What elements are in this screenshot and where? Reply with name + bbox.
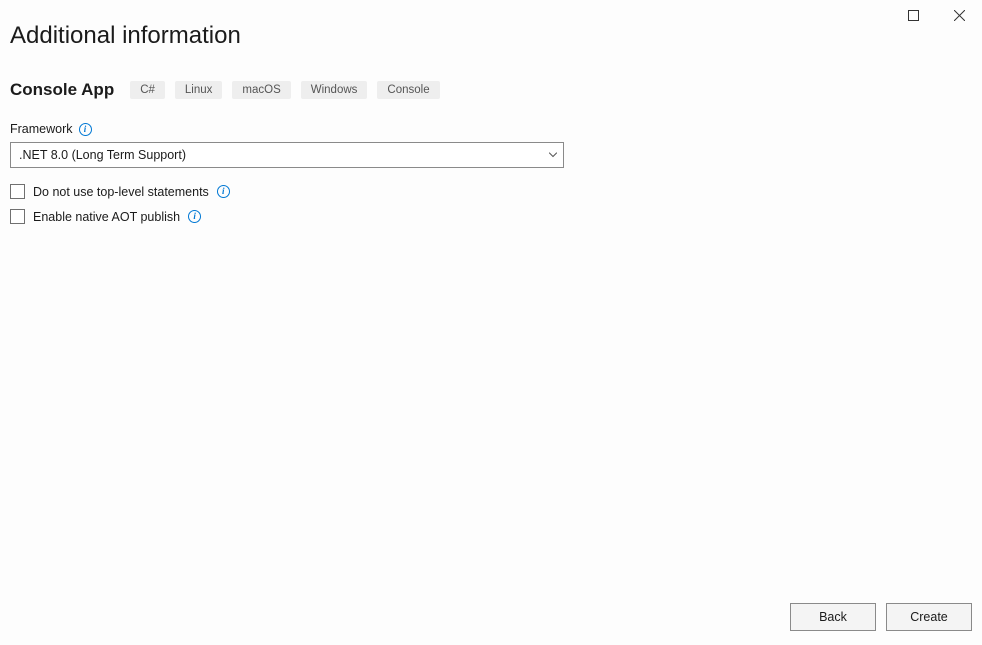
maximize-button[interactable]	[890, 0, 936, 30]
project-tag: macOS	[232, 81, 290, 99]
option-top-level-row: Do not use top-level statements	[10, 184, 972, 199]
framework-selected-value: .NET 8.0 (Long Term Support)	[19, 148, 186, 162]
info-icon[interactable]	[217, 185, 230, 198]
framework-select[interactable]: .NET 8.0 (Long Term Support)	[10, 142, 564, 168]
aot-label: Enable native AOT publish	[33, 210, 180, 224]
framework-label: Framework	[10, 122, 73, 136]
close-button[interactable]	[936, 0, 982, 30]
back-button[interactable]: Back	[790, 603, 876, 631]
page-title: Additional information	[0, 0, 982, 50]
option-aot-row: Enable native AOT publish	[10, 209, 972, 224]
project-tag: C#	[130, 81, 165, 99]
project-tag: Windows	[301, 81, 368, 99]
info-icon[interactable]	[79, 123, 92, 136]
aot-checkbox[interactable]	[10, 209, 25, 224]
content-area: Console App C# Linux macOS Windows Conso…	[0, 50, 982, 224]
framework-select-wrap: .NET 8.0 (Long Term Support)	[10, 142, 564, 168]
project-row: Console App C# Linux macOS Windows Conso…	[10, 80, 972, 100]
project-name: Console App	[10, 80, 114, 100]
top-level-checkbox[interactable]	[10, 184, 25, 199]
top-level-label: Do not use top-level statements	[33, 185, 209, 199]
project-tag: Console	[377, 81, 439, 99]
project-tag: Linux	[175, 81, 223, 99]
framework-label-row: Framework	[10, 122, 972, 136]
info-icon[interactable]	[188, 210, 201, 223]
window-controls	[890, 0, 982, 30]
create-button[interactable]: Create	[886, 603, 972, 631]
footer: Back Create	[790, 603, 972, 631]
